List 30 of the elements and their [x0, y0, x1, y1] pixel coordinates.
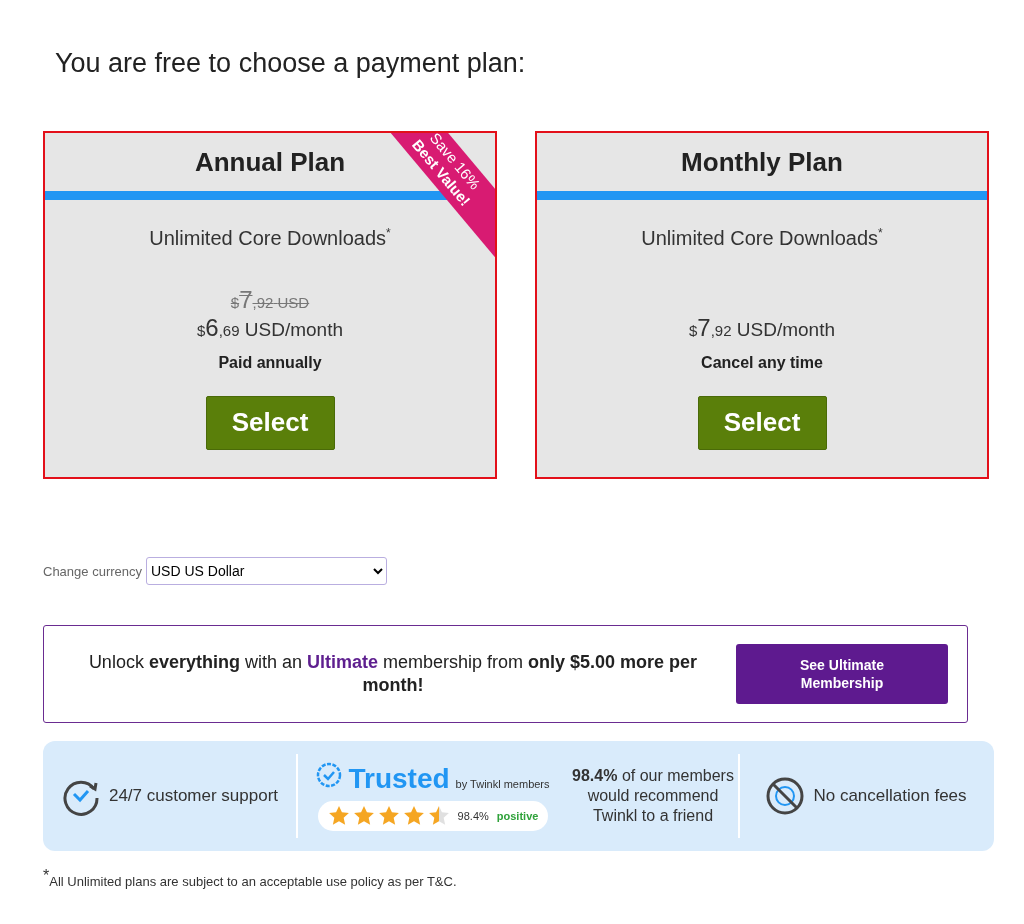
select-button[interactable]: Select [697, 395, 827, 450]
currency-dropdown[interactable]: USD US Dollar [146, 557, 387, 585]
currency-label: Change currency [43, 563, 142, 579]
price: $7,92 USD/month [688, 313, 835, 342]
see-ultimate-button[interactable]: See Ultimate Membership [736, 644, 948, 704]
star-icon [427, 804, 450, 827]
plan-title: Monthly Plan [681, 147, 843, 179]
plan-feature: Unlimited Core Downloads$^{*}$ [149, 226, 391, 250]
star-icon [352, 804, 375, 827]
plan-note: Cancel any time [701, 353, 823, 372]
rating-percent: 98.4% [457, 809, 489, 822]
verified-badge-icon [316, 761, 343, 788]
plan-feature: Unlimited Core Downloads$^{*}$ [641, 226, 883, 250]
price: $6,69 USD/month [196, 313, 343, 342]
rating-positive: positive [496, 809, 539, 822]
star-icon [327, 804, 350, 827]
star-icon [402, 804, 425, 827]
no-fees-icon [765, 776, 806, 816]
support-text: 24/7 customer support [108, 786, 279, 806]
page-heading: You are free to choose a payment plan: [55, 48, 527, 79]
plan-title: Annual Plan [194, 147, 346, 179]
recommend-text: 98.4% of our members would recommend Twinkl to a friend [571, 766, 735, 826]
trusted-by-text: by Twinkl members [455, 777, 550, 790]
star-icon [377, 804, 400, 827]
upsell-text: Unlock everything with an Ultimate membership from only $5.00 more per month! [87, 651, 699, 697]
no-fees-text: No cancellation fees [813, 786, 967, 806]
old-price: $7,92 USD [230, 285, 310, 314]
select-button[interactable]: Select [205, 395, 335, 450]
trusted-title: Trusted [348, 762, 450, 795]
plan-note: Paid annually [218, 353, 322, 372]
